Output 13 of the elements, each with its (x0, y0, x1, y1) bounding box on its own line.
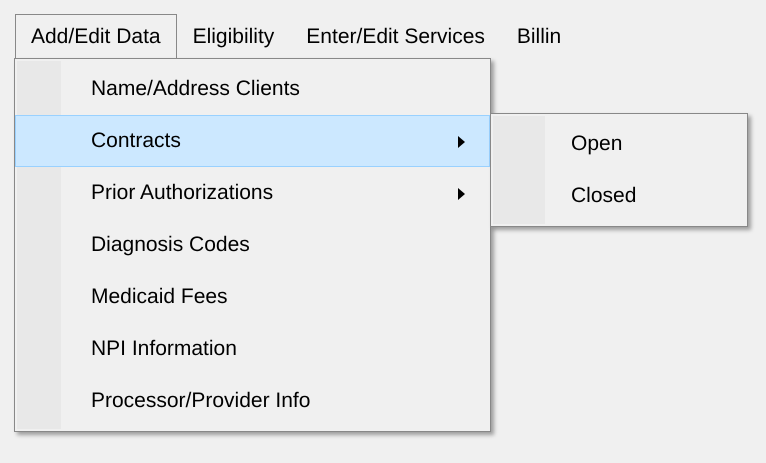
menu-bar-item[interactable]: Add/Edit Data (15, 14, 177, 59)
menu-item[interactable]: NPI Information (15, 323, 490, 375)
menu-bar-item[interactable]: Enter/Edit Services (290, 14, 501, 59)
menu-item[interactable]: Name/Address Clients (15, 63, 490, 115)
menu-item[interactable]: Medicaid Fees (15, 271, 490, 323)
menu-item[interactable]: Open (491, 118, 747, 170)
menu-item[interactable]: Processor/Provider Info (15, 375, 490, 427)
menu-bar-item[interactable]: Billin (500, 14, 578, 59)
menu-item[interactable]: Closed (491, 170, 747, 222)
menu-item[interactable]: Contracts (15, 115, 490, 167)
menu-bar-item[interactable]: Eligibility (176, 14, 290, 59)
menu-item[interactable]: Diagnosis Codes (15, 219, 490, 271)
menu-item[interactable]: Prior Authorizations (15, 167, 490, 219)
